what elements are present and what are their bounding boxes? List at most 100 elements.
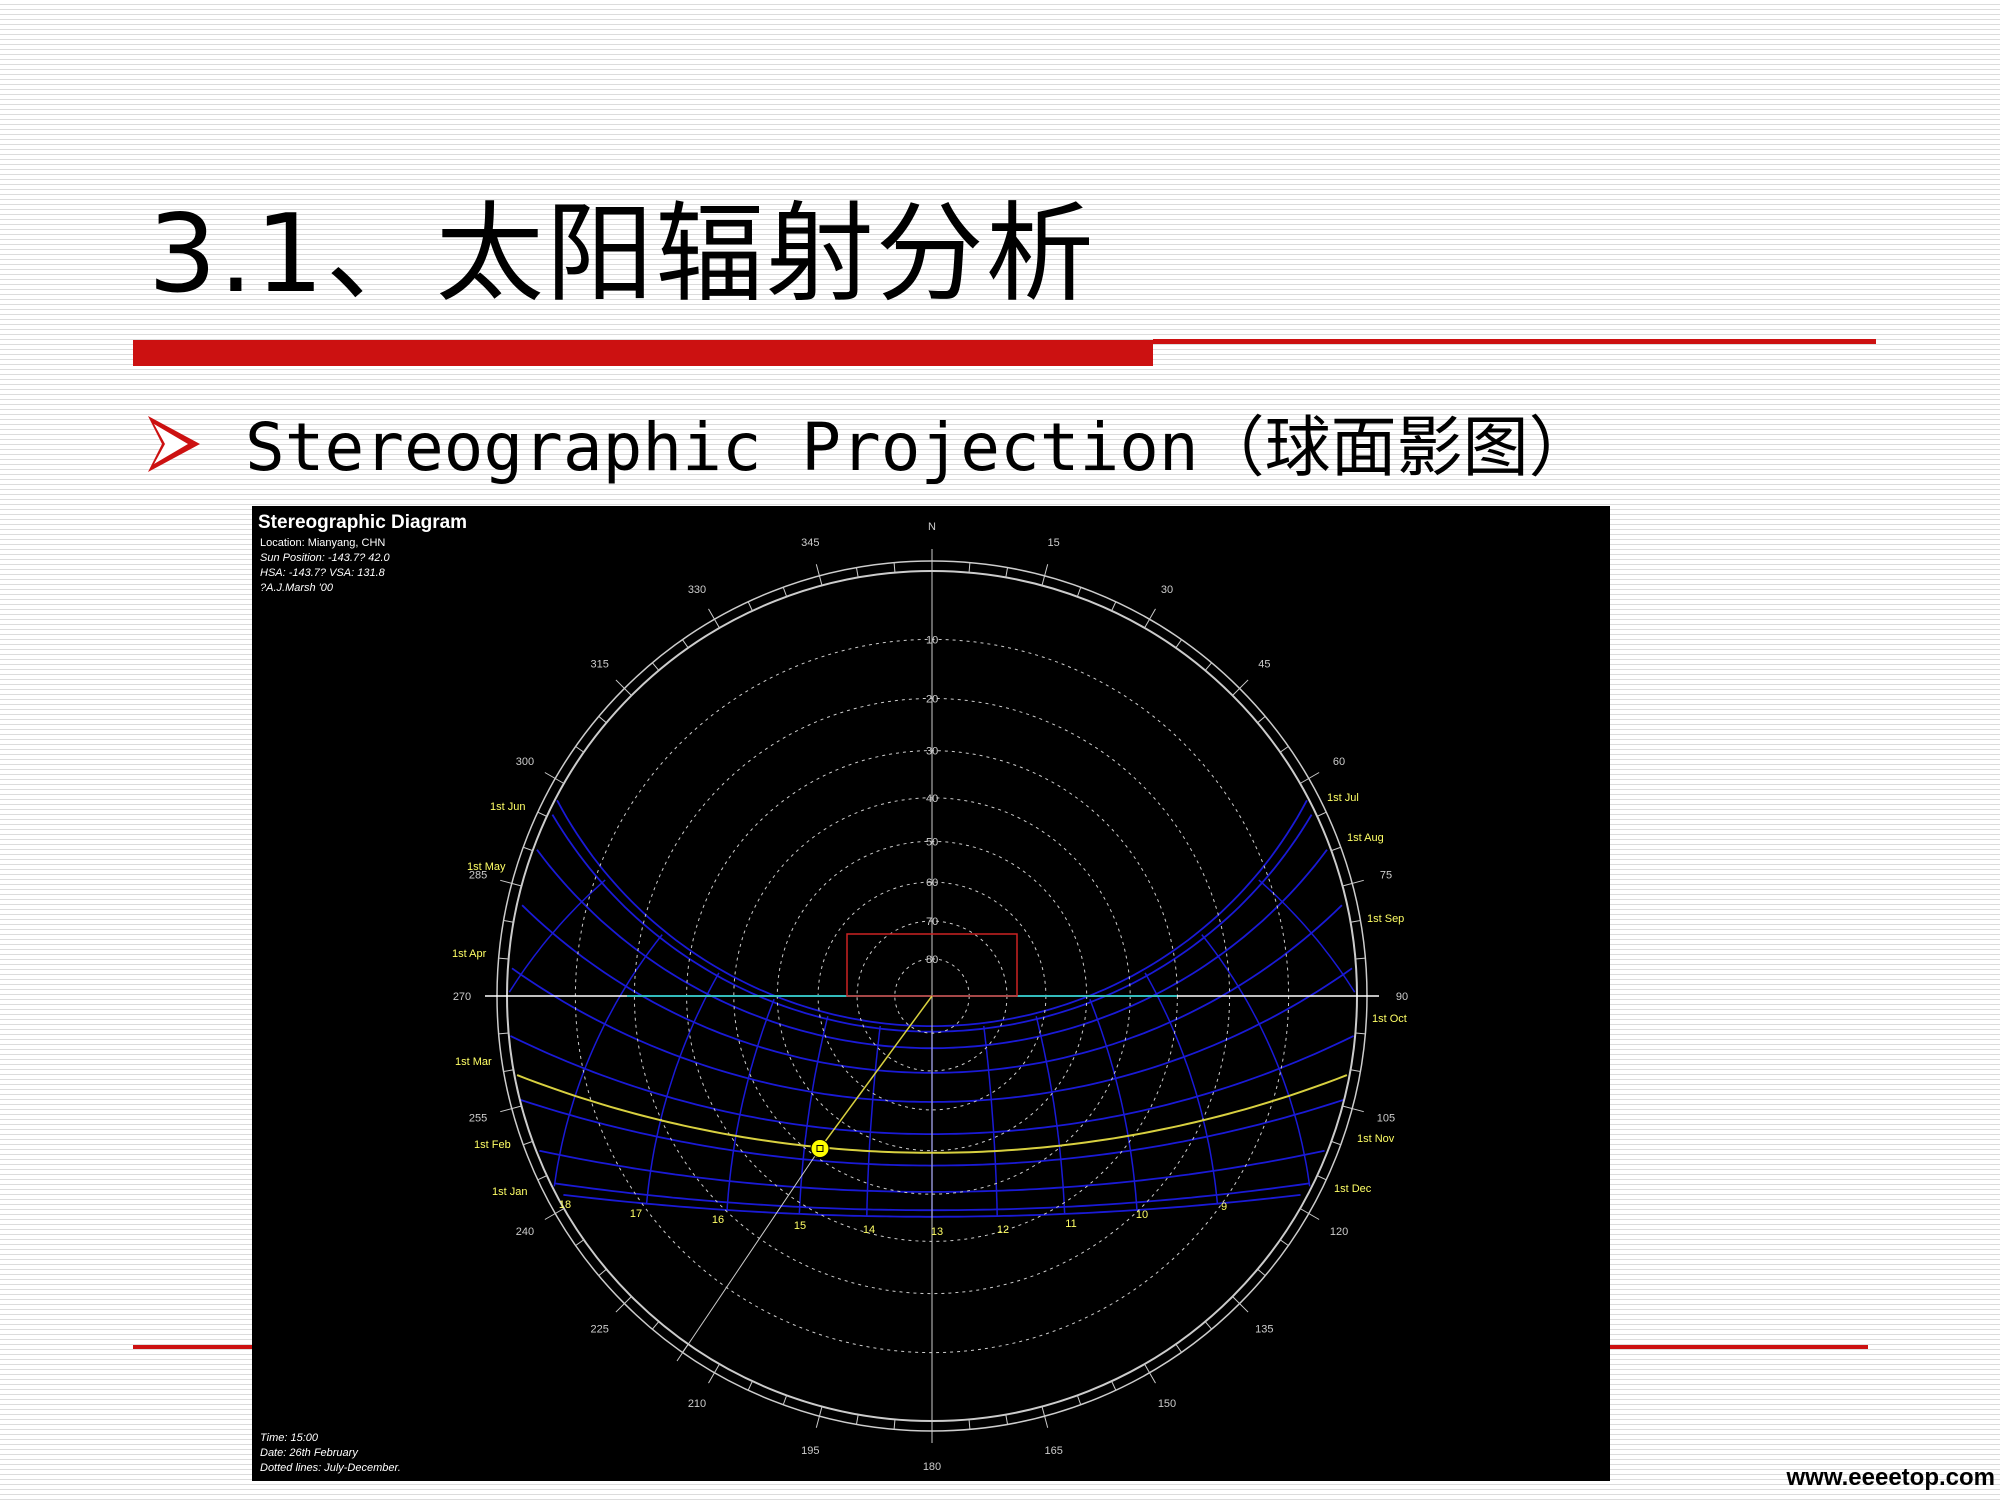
azimuth-tick (1316, 1175, 1327, 1181)
azimuth-label: 270 (453, 991, 471, 1003)
altitude-label: 70 (926, 916, 938, 928)
azimuth-tick (1299, 1208, 1320, 1220)
azimuth-tick (893, 1419, 896, 1430)
slide-title: 3.1、太阳辐射分析 (148, 192, 1096, 317)
azimuth-tick (682, 639, 689, 649)
azimuth-tick (615, 679, 632, 696)
azimuth-tick (1111, 601, 1117, 612)
footer-legend-note: Dotted lines: July-December. (260, 1462, 401, 1474)
azimuth-tick (1257, 716, 1266, 724)
info-location: Location: Mianyang, CHN (260, 537, 385, 549)
azimuth-tick (708, 608, 720, 629)
azimuth-tick (893, 562, 896, 573)
azimuth-label: 45 (1258, 659, 1270, 671)
hour-line (1089, 998, 1138, 1211)
azimuth-tick (782, 1395, 788, 1405)
month-label: 1st May (467, 861, 506, 873)
footer-time: Time: 15:00 (260, 1432, 319, 1444)
azimuth-label: 300 (516, 756, 534, 768)
azimuth-tick (1279, 746, 1289, 753)
azimuth-tick (503, 1069, 514, 1073)
azimuth-tick (1076, 1395, 1082, 1405)
info-credit: ?A.J.Marsh '00 (260, 582, 334, 594)
azimuth-tick (1111, 1380, 1117, 1391)
azimuth-label: 240 (516, 1226, 534, 1238)
azimuth-tick (1299, 772, 1320, 784)
azimuth-tick (782, 587, 788, 597)
azimuth-tick (1350, 1069, 1361, 1073)
azimuth-tick (523, 1140, 533, 1146)
stereographic-diagram: N 15 30 45 60 75 90 105 120 135 150 165 180 195 210 225… (252, 506, 1610, 1481)
azimuth-tick (855, 1414, 859, 1425)
azimuth-tick (652, 662, 660, 671)
diagram-heading: Stereographic Diagram (258, 512, 467, 533)
hour-line (866, 1025, 881, 1217)
azimuth-label: 90 (1396, 991, 1408, 1003)
azimuth-tick (1316, 811, 1327, 817)
title-underline-thick (133, 340, 1153, 366)
hour-label: 14 (863, 1224, 875, 1236)
hour-line (645, 972, 720, 1204)
azimuth-label: 330 (688, 584, 706, 596)
month-label: 1st Apr (452, 948, 487, 960)
hour-label: 11 (1065, 1218, 1076, 1230)
sun-position-marker (810, 1138, 830, 1158)
azimuth-label: N (928, 521, 936, 533)
azimuth-tick (498, 1032, 509, 1035)
footer-date: Date: 26th February (260, 1447, 359, 1459)
azimuth-tick (1331, 1140, 1341, 1146)
azimuth-tick (1355, 1032, 1366, 1035)
azimuth-tick (503, 919, 514, 923)
azimuth-tick (498, 957, 509, 960)
azimuth-tick (1350, 919, 1361, 923)
azimuth-tick (1144, 1363, 1156, 1384)
azimuth-tick (598, 716, 607, 724)
azimuth-label: 135 (1255, 1323, 1273, 1335)
month-label: 1st Jan (492, 1186, 527, 1198)
azimuth-tick (747, 601, 753, 612)
hour-line (798, 1016, 829, 1214)
hour-label: 17 (630, 1208, 642, 1220)
azimuth-tick (652, 1321, 660, 1330)
slide-subtitle: Stereographic Projection（球面影图） (245, 409, 1595, 486)
hour-line (1144, 972, 1219, 1204)
altitude-label: 20 (926, 693, 938, 705)
footer-line-right (1610, 1345, 1868, 1349)
azimuth-label: 195 (801, 1445, 819, 1457)
month-label: 1st Nov (1357, 1133, 1395, 1145)
month-label: 1st Oct (1372, 1013, 1407, 1025)
azimuth-tick (1232, 1296, 1249, 1313)
hour-label: 18 (559, 1199, 571, 1211)
azimuth-tick (1005, 567, 1009, 578)
azimuth-label: 225 (590, 1323, 608, 1335)
azimuth-tick (615, 1296, 632, 1313)
azimuth-tick (523, 846, 533, 852)
watermark: www.eeeetop.com (1786, 1464, 1996, 1491)
azimuth-label: 150 (1158, 1398, 1176, 1410)
azimuth-tick (1355, 957, 1366, 960)
month-label: 1st Dec (1334, 1183, 1372, 1195)
hour-line (1035, 1016, 1066, 1214)
azimuth-tick (1232, 679, 1249, 696)
altitude-label: 30 (926, 746, 938, 758)
hour-line (1201, 934, 1311, 1187)
azimuth-label: 180 (923, 1461, 941, 1473)
hour-label: 12 (997, 1224, 1009, 1236)
azimuth-label: 75 (1380, 869, 1392, 881)
azimuth-tick (1257, 1268, 1266, 1276)
stereographic-chart: N 15 30 45 60 75 90 105 120 135 150 165 180 195 210 225… (258, 512, 1408, 1474)
altitude-label: 80 (926, 954, 938, 966)
azimuth-tick (575, 1239, 585, 1246)
altitude-label: 50 (926, 836, 938, 848)
hour-label: 13 (931, 1226, 943, 1238)
month-label: 1st Sep (1367, 913, 1404, 925)
azimuth-label: 210 (688, 1398, 706, 1410)
altitude-label: 40 (926, 793, 938, 805)
info-shading-angles: HSA: -143.7? VSA: 131.8 (260, 567, 386, 579)
azimuth-label: 60 (1333, 756, 1345, 768)
azimuth-tick (747, 1380, 753, 1391)
azimuth-tick (708, 1363, 720, 1384)
azimuth-tick (1005, 1414, 1009, 1425)
azimuth-tick (598, 1268, 607, 1276)
month-label: 1st Mar (455, 1056, 492, 1068)
